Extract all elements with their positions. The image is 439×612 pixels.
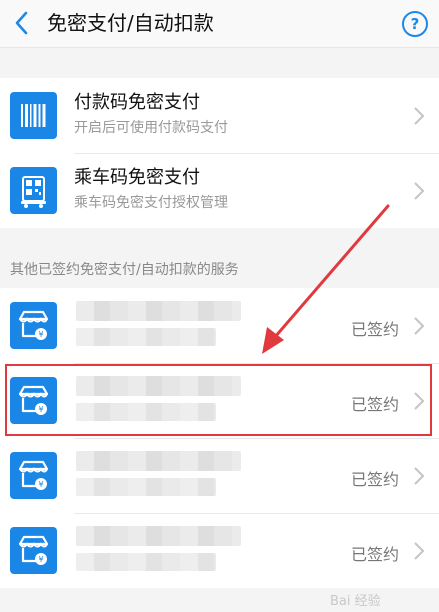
help-button[interactable]: ? <box>402 11 428 37</box>
blurred-service-name <box>76 451 241 471</box>
watermark: Bai 经验 <box>330 594 381 609</box>
blurred-service-name <box>76 301 241 321</box>
signed-services-list: ¥ 已签约 ¥ 已签约 ¥ 已签约 ¥ 已签约 <box>0 288 439 588</box>
barcode-icon <box>10 92 57 139</box>
blurred-service-desc <box>76 328 216 346</box>
signed-status: 已签约 <box>351 320 400 339</box>
payment-code-title: 付款码免密支付 <box>74 92 200 113</box>
transit-code-item[interactable]: 乘车码免密支付 乘车码免密支付授权管理 <box>0 153 439 228</box>
transit-code-title: 乘车码免密支付 <box>74 167 200 188</box>
svg-text:¥: ¥ <box>38 330 43 339</box>
page-title: 免密支付/自动扣款 <box>47 11 214 35</box>
chevron-left-icon <box>15 11 28 35</box>
back-button[interactable] <box>8 8 34 38</box>
service-item[interactable]: ¥ 已签约 <box>0 288 439 363</box>
blurred-service-name <box>76 526 241 546</box>
chevron-right-icon <box>414 467 425 485</box>
chevron-right-icon <box>414 107 425 125</box>
svg-text:¥: ¥ <box>38 480 43 489</box>
service-item[interactable]: ¥ 已签约 <box>0 438 439 513</box>
quick-pay-section: 付款码免密支付 开启后可使用付款码支付 乘车码免密支付 乘车码免密支付授权管理 <box>0 78 439 228</box>
chevron-right-icon <box>414 182 425 200</box>
store-icon: ¥ <box>10 452 57 499</box>
signed-status: 已签约 <box>351 470 400 489</box>
section-label: 其他已签约免密支付/自动扣款的服务 <box>10 262 239 278</box>
blurred-service-desc <box>76 478 216 496</box>
store-icon: ¥ <box>10 302 57 349</box>
transit-code-subtitle: 乘车码免密支付授权管理 <box>74 195 228 211</box>
qr-code-icon <box>10 167 57 214</box>
payment-code-subtitle: 开启后可使用付款码支付 <box>74 120 228 136</box>
payment-code-item[interactable]: 付款码免密支付 开启后可使用付款码支付 <box>0 78 439 153</box>
svg-text:¥: ¥ <box>38 555 43 564</box>
blurred-service-desc <box>76 553 216 571</box>
chevron-right-icon <box>414 542 425 560</box>
navigation-bar: 免密支付/自动扣款 ? <box>0 0 439 48</box>
service-item[interactable]: ¥ 已签约 <box>0 513 439 588</box>
highlight-box <box>5 364 432 436</box>
chevron-right-icon <box>414 317 425 335</box>
store-icon: ¥ <box>10 527 57 574</box>
signed-status: 已签约 <box>351 545 400 564</box>
